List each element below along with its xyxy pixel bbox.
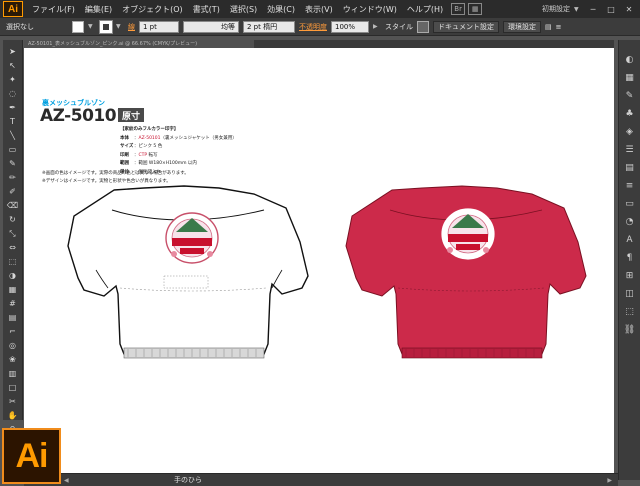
menu-help[interactable]: ヘルプ(H) [402, 4, 448, 15]
pencil-tool-icon[interactable]: ✏ [6, 172, 20, 183]
direct-selection-tool-icon[interactable]: ↖ [6, 60, 20, 71]
type-tool-icon[interactable]: T [6, 116, 20, 127]
gradient-tool-icon[interactable]: ▤ [6, 312, 20, 323]
align-panel-icon[interactable]: ⊞ [623, 270, 637, 282]
white-jacket [67, 185, 309, 359]
artboard-tool-icon[interactable]: □ [6, 382, 20, 393]
menu-window[interactable]: ウィンドウ(W) [338, 4, 402, 15]
workspace-switcher[interactable]: 初期設定 [542, 4, 570, 14]
document-tab[interactable]: AZ-50101_表メッシュブルゾン_ピンク.ai @ 66.67% (CMYK… [24, 40, 254, 48]
line-tool-icon[interactable]: ╲ [6, 130, 20, 141]
magic-wand-tool-icon[interactable]: ✦ [6, 74, 20, 85]
scroll-left-icon[interactable]: ◀ [64, 477, 69, 484]
stroke-panel-link[interactable]: 線 [128, 22, 135, 32]
swatches-panel-icon[interactable]: ▦ [623, 72, 637, 84]
chevron-down-icon[interactable]: ▼ [574, 4, 582, 14]
menu-edit[interactable]: 編集(E) [80, 4, 117, 15]
rotate-tool-icon[interactable]: ↻ [6, 214, 20, 225]
color-panel-icon[interactable]: ◐ [623, 54, 637, 66]
maximize-icon[interactable]: □ [604, 3, 618, 15]
blob-brush-tool-icon[interactable]: ✐ [6, 186, 20, 197]
chevron-down-icon[interactable]: ▼ [88, 22, 96, 32]
eraser-tool-icon[interactable]: ⌫ [6, 200, 20, 211]
profile-select[interactable]: 均等 [183, 20, 239, 33]
selection-status: 選択なし [6, 22, 34, 31]
close-icon[interactable]: ✕ [622, 3, 636, 15]
paintbrush-tool-icon[interactable]: ✎ [6, 158, 20, 169]
selection-tool-icon[interactable]: ➤ [6, 46, 20, 57]
pen-tool-icon[interactable]: ✒ [6, 102, 20, 113]
jacket-illustrations [67, 185, 587, 359]
shape-builder-tool-icon[interactable]: ◑ [6, 270, 20, 281]
current-tool-status: 手のひら [174, 476, 202, 484]
illustrator-logo-icon: Ai [2, 428, 61, 484]
menu-file[interactable]: ファイル(F) [27, 4, 80, 15]
menu-select[interactable]: 選択(S) [225, 4, 262, 15]
document-tabs: AZ-50101_表メッシュブルゾン_ピンク.ai @ 66.67% (CMYK… [24, 40, 614, 48]
env-settings-button[interactable]: 環境設定 [503, 20, 541, 33]
fill-swatch[interactable] [72, 20, 84, 33]
tools-panel: ➤ ↖ ✦ ◌ ✒ T ╲ ▭ ✎ ✏ ✐ ⌫ ↻ ⤡ ⇔ ⬚ ◑ ▦ # ▤ … [3, 40, 23, 456]
transform-panel-icon[interactable]: ⬚ [623, 306, 637, 318]
menu-bar: Ai ファイル(F) 編集(E) オブジェクト(O) 書式(T) 選択(S) 効… [0, 0, 640, 18]
red-jacket [345, 185, 587, 359]
brushes-panel-icon[interactable]: ✎ [623, 90, 637, 102]
opacity-field[interactable]: 100% [331, 20, 369, 33]
bridge-icon[interactable]: Br [451, 3, 466, 15]
mesh-tool-icon[interactable]: # [6, 298, 20, 309]
app-logo-icon: Ai [3, 1, 23, 17]
doc-settings-button[interactable]: ドキュメント設定 [433, 20, 499, 33]
brush-select[interactable]: 2 pt 楕円 [243, 20, 295, 33]
links-panel-icon[interactable]: ⛓ [623, 324, 637, 336]
perspective-grid-tool-icon[interactable]: ▦ [6, 284, 20, 295]
eyedropper-tool-icon[interactable]: ⌐ [6, 326, 20, 337]
appearance-panel-icon[interactable]: ☰ [623, 144, 637, 156]
scroll-right-icon[interactable]: ▶ [607, 477, 612, 484]
opacity-panel-link[interactable]: 不透明度 [299, 22, 327, 32]
graph-tool-icon[interactable]: ▥ [6, 368, 20, 379]
menu-view[interactable]: 表示(V) [300, 4, 338, 15]
blend-tool-icon[interactable]: ◎ [6, 340, 20, 351]
stroke-weight-field[interactable]: 1 pt [139, 20, 179, 33]
graphic-styles-panel-icon[interactable]: ◈ [623, 126, 637, 138]
symbol-sprayer-tool-icon[interactable]: ❀ [6, 354, 20, 365]
control-bar: 選択なし ▼ ▼ 線 1 pt 均等 2 pt 楕円 不透明度 100% ▶ ス… [0, 18, 640, 36]
paragraph-panel-icon[interactable]: ¶ [623, 252, 637, 264]
arrange-icon[interactable]: ▤ [545, 23, 552, 31]
hand-tool-icon[interactable]: ✋ [6, 410, 20, 421]
graphic-style-swatch[interactable] [417, 20, 429, 33]
free-transform-tool-icon[interactable]: ⬚ [6, 256, 20, 267]
chevron-down-icon[interactable]: ▶ [373, 22, 381, 32]
width-tool-icon[interactable]: ⇔ [6, 242, 20, 253]
lasso-tool-icon[interactable]: ◌ [6, 88, 20, 99]
rectangle-tool-icon[interactable]: ▭ [6, 144, 20, 155]
control-menu-icon[interactable]: ≡ [556, 23, 562, 31]
gradient-panel-icon[interactable]: ▭ [623, 198, 637, 210]
right-dock: ◐ ▦ ✎ ♣ ◈ ☰ ▤ ≡ ▭ ◔ A ¶ ⊞ ◫ ⬚ ⛓ [618, 40, 640, 480]
style-label: スタイル [385, 22, 413, 31]
character-panel-icon[interactable]: A [623, 234, 637, 246]
layers-panel-icon[interactable]: ▤ [623, 162, 637, 174]
scale-tool-icon[interactable]: ⤡ [6, 228, 20, 239]
stroke-swatch[interactable] [99, 19, 113, 34]
minimize-icon[interactable]: ─ [586, 3, 600, 15]
menu-effect[interactable]: 効果(C) [262, 4, 300, 15]
artboard-canvas[interactable]: 裏メッシュブルゾン AZ-50101 原寸 【家紋のみフルカラー印字】 本体 ：A… [24, 48, 614, 473]
menu-object[interactable]: オブジェクト(O) [117, 4, 188, 15]
stroke-panel-icon[interactable]: ≡ [623, 180, 637, 192]
status-bar: ◀ 手のひら ▶ [24, 473, 618, 486]
slice-tool-icon[interactable]: ✂ [6, 396, 20, 407]
symbols-panel-icon[interactable]: ♣ [623, 108, 637, 120]
menu-type[interactable]: 書式(T) [188, 4, 225, 15]
pathfinder-panel-icon[interactable]: ◫ [623, 288, 637, 300]
chevron-down-icon[interactable]: ▼ [116, 22, 124, 32]
transparency-panel-icon[interactable]: ◔ [623, 216, 637, 228]
arrange-docs-icon[interactable]: ▦ [468, 3, 483, 15]
